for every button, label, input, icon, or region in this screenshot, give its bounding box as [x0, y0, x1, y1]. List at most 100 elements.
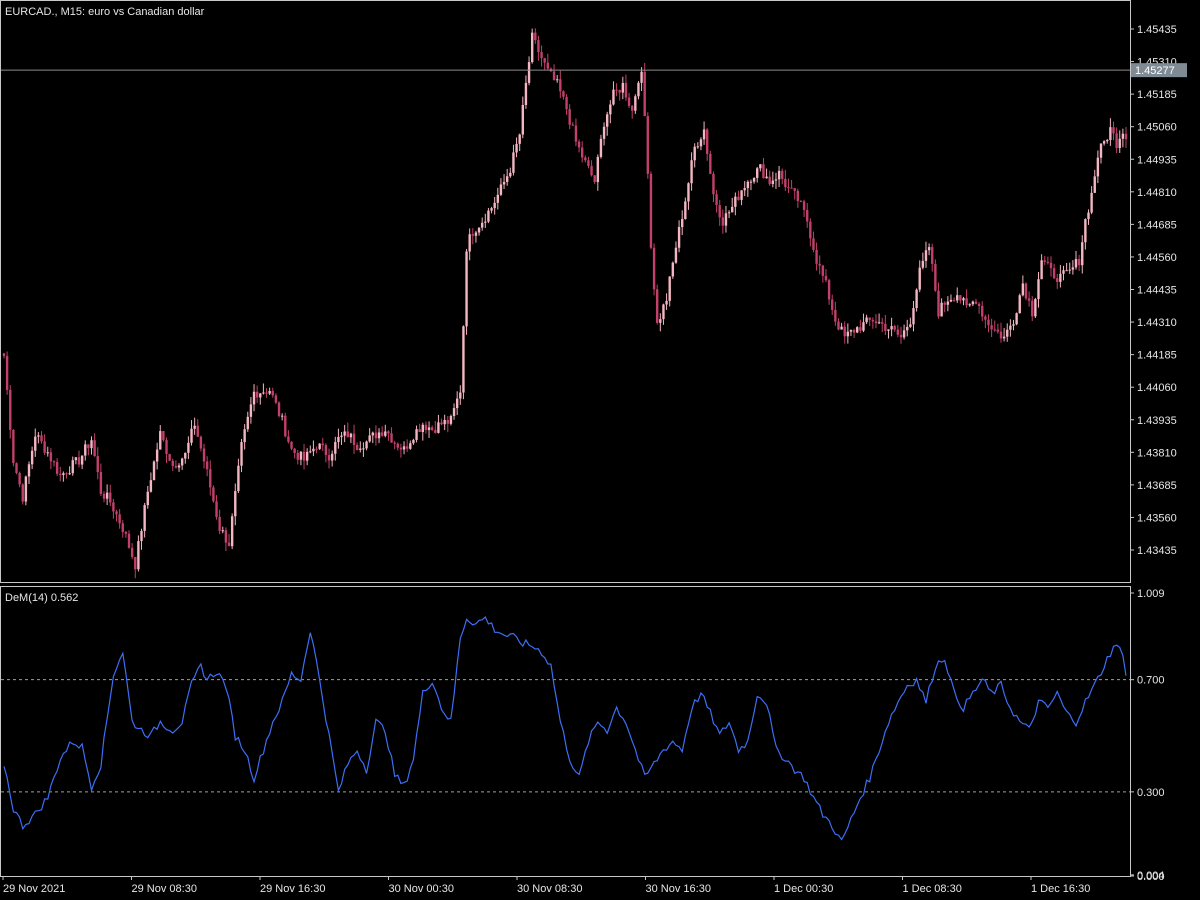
- candle-body: [287, 436, 290, 442]
- candle-body: [374, 432, 378, 439]
- candle: [618, 89, 621, 101]
- time-tick-label: 1 Dec 08:30: [903, 883, 962, 895]
- candle: [30, 446, 34, 469]
- candle: [999, 322, 1003, 343]
- candle: [77, 450, 81, 468]
- candle-body: [749, 181, 753, 183]
- price-tick-label: 1.43435: [1137, 545, 1177, 557]
- candle: [1068, 262, 1071, 274]
- candle-body: [130, 547, 134, 557]
- candle-body: [762, 164, 765, 179]
- candle-body: [162, 431, 165, 441]
- current-price-label: 1.45277: [1131, 63, 1187, 78]
- candle: [590, 160, 593, 177]
- candle: [184, 452, 187, 464]
- candle: [927, 243, 931, 256]
- candle-body: [1024, 283, 1028, 299]
- candle: [977, 302, 981, 314]
- candle: [671, 261, 675, 279]
- candle-body: [537, 40, 540, 53]
- candle: [962, 296, 965, 306]
- indicator-tick-label: 1.009: [1137, 588, 1165, 600]
- candle: [1121, 128, 1125, 148]
- candle: [334, 436, 337, 461]
- candle-body: [399, 447, 403, 450]
- candle-body: [574, 125, 578, 142]
- candle-body: [255, 391, 259, 398]
- price-tick-label: 1.43685: [1137, 480, 1177, 492]
- candle-body: [990, 325, 993, 330]
- candle-body: [1037, 279, 1040, 300]
- candle-body: [690, 160, 693, 184]
- candle-body: [565, 96, 568, 110]
- candle: [959, 294, 962, 304]
- candle-body: [831, 299, 834, 310]
- candle: [549, 67, 553, 72]
- candle: [268, 387, 271, 396]
- candle-body: [515, 143, 518, 153]
- candle: [390, 427, 393, 443]
- candle-body: [284, 415, 287, 437]
- candle: [1084, 218, 1087, 250]
- candle: [74, 457, 78, 465]
- candle: [949, 294, 953, 303]
- candle-body: [634, 96, 637, 111]
- candle: [396, 442, 399, 451]
- candle-body: [1021, 283, 1025, 296]
- candle-body: [1065, 270, 1068, 272]
- candle: [62, 471, 65, 482]
- candle-body: [615, 89, 618, 91]
- candle-body: [524, 82, 528, 105]
- candle-body: [43, 441, 46, 453]
- candle-body: [496, 194, 500, 203]
- candle-body: [143, 505, 146, 531]
- candle: [1106, 138, 1109, 144]
- candle-body: [665, 300, 668, 305]
- candle: [15, 462, 18, 475]
- candle: [552, 64, 556, 81]
- candle: [1040, 254, 1043, 280]
- candle-body: [312, 448, 315, 452]
- candle-body: [774, 179, 778, 181]
- candle: [109, 484, 112, 507]
- candle-body: [871, 319, 875, 322]
- candle: [1046, 256, 1050, 265]
- candle-body: [415, 429, 418, 440]
- candle: [21, 483, 24, 505]
- candle: [409, 440, 412, 450]
- candle-body: [1121, 133, 1125, 139]
- candle: [1074, 250, 1078, 270]
- candle: [790, 179, 793, 189]
- candle-body: [5, 356, 9, 390]
- candle: [890, 317, 893, 337]
- candle-body: [137, 541, 140, 570]
- candle-body: [877, 322, 881, 324]
- candle-body: [652, 247, 656, 290]
- candle-body: [1046, 261, 1050, 263]
- candle-body: [1077, 259, 1081, 266]
- candle-body: [1043, 260, 1046, 262]
- candle-body: [643, 71, 646, 117]
- candle: [415, 425, 418, 443]
- candle: [1112, 121, 1115, 141]
- candle-body: [815, 249, 818, 264]
- candle-body: [702, 129, 706, 140]
- candle-body: [12, 429, 15, 464]
- candle-body: [824, 275, 828, 281]
- candle: [874, 314, 878, 329]
- candle-body: [981, 306, 984, 317]
- candle: [359, 441, 362, 453]
- candle-body: [852, 330, 856, 333]
- candle: [1027, 291, 1031, 307]
- candle: [580, 141, 584, 163]
- candle-body: [315, 448, 318, 450]
- candle: [615, 83, 618, 97]
- candle-body: [706, 129, 709, 154]
- candle: [346, 422, 349, 438]
- candle-body: [1074, 259, 1078, 268]
- price-tick-label: 1.45060: [1137, 122, 1177, 134]
- candle-body: [799, 201, 803, 203]
- candle: [427, 421, 431, 438]
- candle-body: [827, 280, 831, 300]
- candle-body: [27, 464, 31, 477]
